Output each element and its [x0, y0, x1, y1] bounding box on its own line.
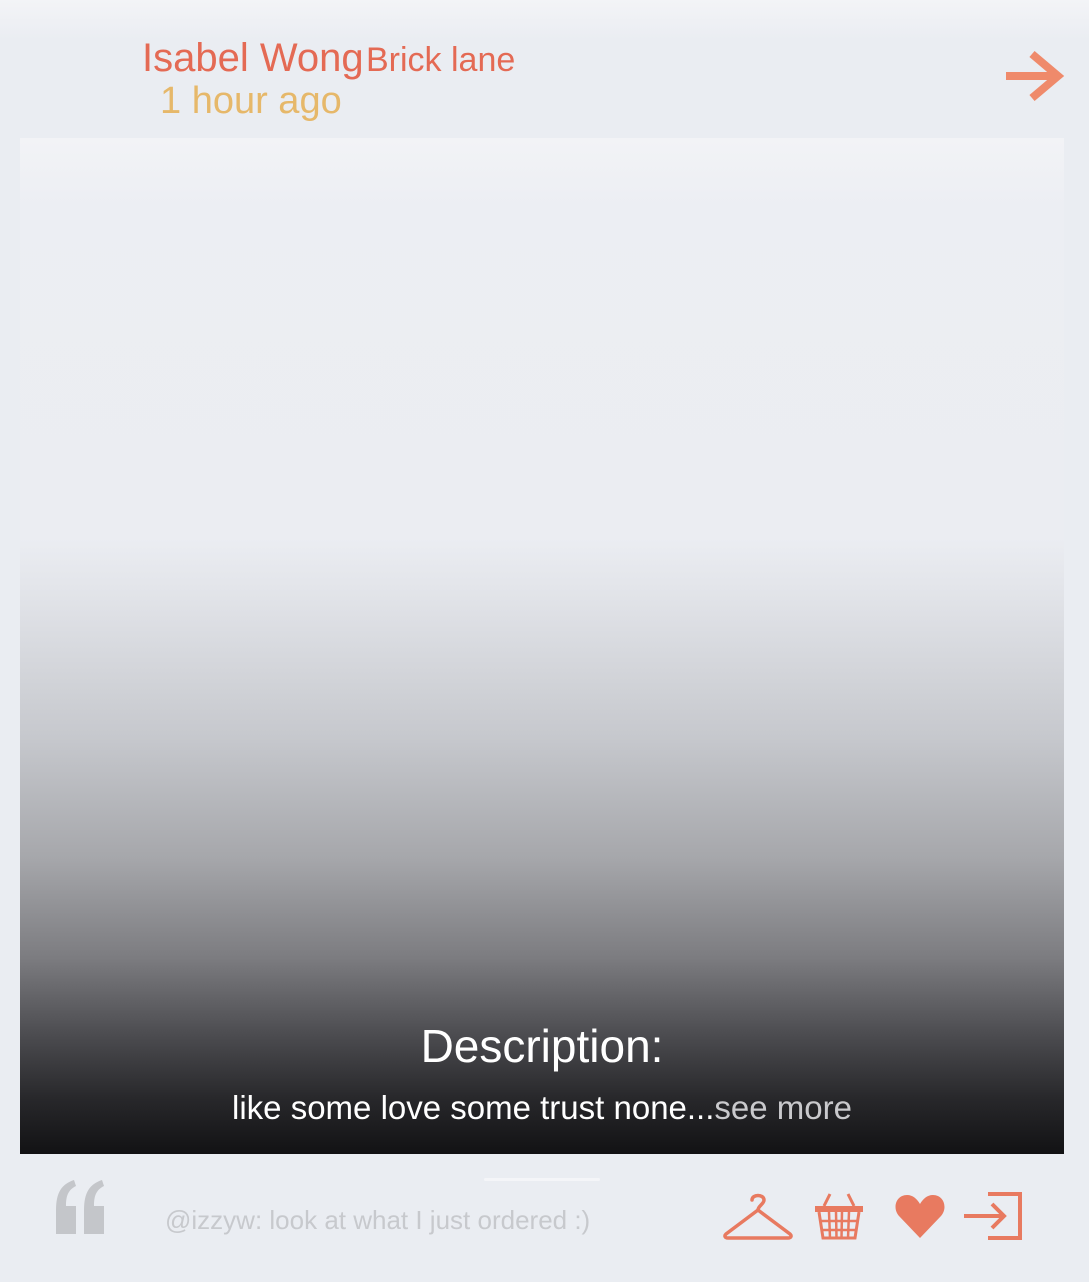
- post-timestamp: 1 hour ago: [160, 80, 342, 122]
- hanger-icon[interactable]: [722, 1190, 794, 1242]
- see-more-link[interactable]: see more: [714, 1089, 852, 1126]
- quote-icon: [56, 1180, 104, 1234]
- action-bar: @izzyw: look at what I just ordered :): [0, 1156, 1089, 1282]
- location-link[interactable]: Brick lane: [366, 40, 515, 80]
- post-header: Isabel Wong Brick lane 1 hour ago: [0, 0, 1089, 135]
- basket-icon[interactable]: [812, 1190, 866, 1242]
- post-image[interactable]: Description: like some love some trust n…: [20, 138, 1064, 1154]
- comment-text: @izzyw: look at what I just ordered :): [165, 1205, 591, 1235]
- user-name-link[interactable]: Isabel Wong: [142, 34, 364, 82]
- description-line: like some love some trust none...see mor…: [20, 1086, 1064, 1130]
- description-title: Description:: [420, 1020, 664, 1072]
- bar-divider: [484, 1178, 600, 1181]
- arrow-right-icon[interactable]: [1000, 48, 1066, 104]
- share-icon[interactable]: [962, 1190, 1024, 1242]
- description-text: like some love some trust none...: [232, 1089, 715, 1126]
- heart-icon[interactable]: [894, 1192, 946, 1240]
- image-sheen: [20, 138, 1064, 208]
- post-card: Isabel Wong Brick lane 1 hour ago Descri…: [0, 0, 1089, 1282]
